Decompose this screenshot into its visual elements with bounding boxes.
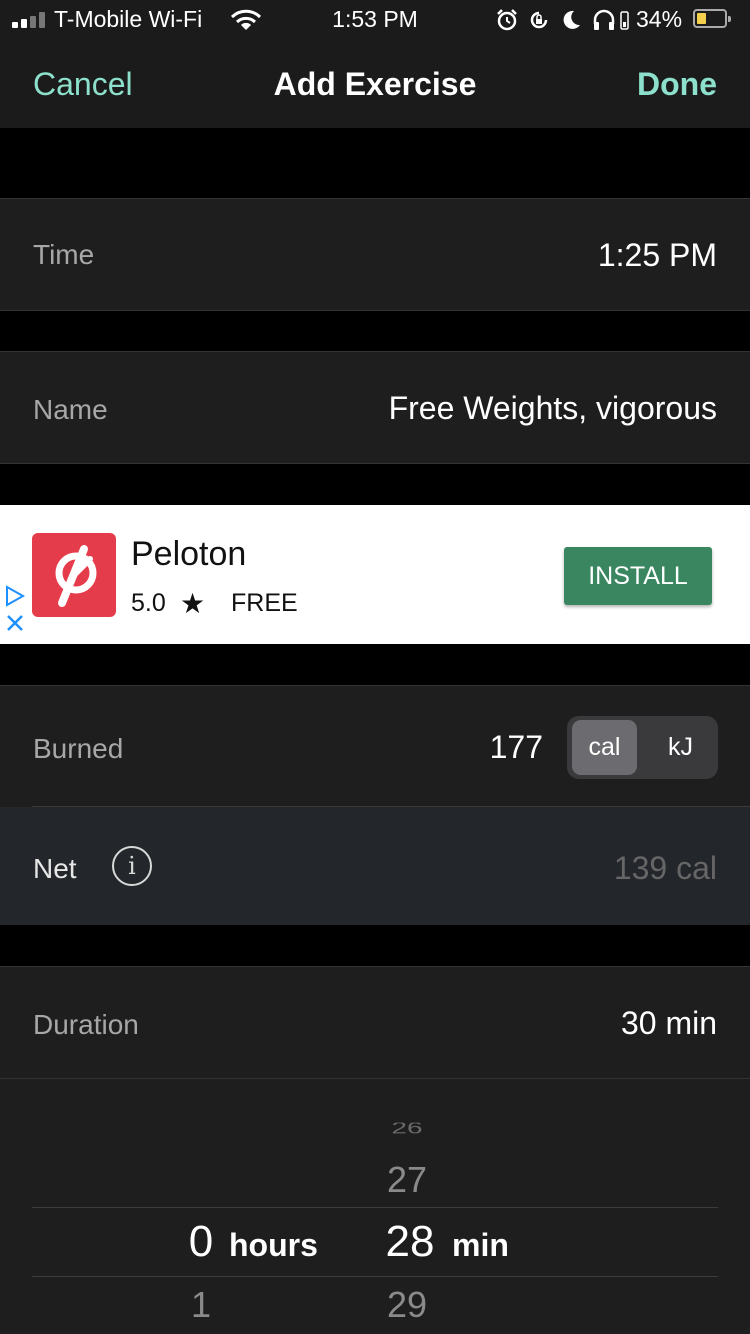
name-row[interactable]: Name Free Weights, vigorous bbox=[0, 351, 750, 464]
ad-banner[interactable]: Peloton 5.0 ★ FREE INSTALL bbox=[0, 505, 750, 644]
headphones-icon bbox=[593, 9, 615, 30]
hours-unit: hours bbox=[229, 1227, 318, 1263]
minutes-option[interactable]: 29 bbox=[372, 1284, 442, 1326]
duration-picker[interactable]: 26 27 28 min 29 0 hours 1 bbox=[0, 1078, 750, 1334]
close-icon[interactable] bbox=[5, 613, 25, 633]
peloton-logo[interactable] bbox=[32, 533, 116, 617]
alarm-icon bbox=[497, 9, 517, 31]
hours-selected[interactable]: 0 bbox=[180, 1217, 222, 1267]
ad-rating: 5.0 bbox=[131, 589, 166, 617]
name-value[interactable]: Free Weights, vigorous bbox=[389, 390, 717, 427]
unit-kj-option[interactable]: kJ bbox=[648, 720, 713, 775]
install-button[interactable]: INSTALL bbox=[564, 547, 712, 605]
rotation-lock-icon bbox=[530, 11, 548, 29]
navigation-bar: Cancel Add Exercise Done bbox=[0, 40, 750, 128]
net-label: Net bbox=[33, 853, 77, 884]
picker-selection-bottom bbox=[32, 1276, 718, 1277]
burned-value[interactable]: 177 bbox=[490, 729, 543, 766]
status-bar: T-Mobile Wi-Fi 1:53 PM 34% bbox=[0, 0, 750, 40]
name-label: Name bbox=[33, 394, 108, 425]
minutes-unit: min bbox=[452, 1227, 509, 1263]
minutes-option[interactable]: 27 bbox=[372, 1159, 442, 1201]
unit-cal-option[interactable]: cal bbox=[572, 720, 637, 775]
duration-label: Duration bbox=[33, 1009, 139, 1040]
hours-option[interactable]: 1 bbox=[180, 1284, 222, 1326]
info-icon[interactable]: i bbox=[112, 846, 152, 886]
time-label: Time bbox=[33, 239, 95, 270]
ad-app-name[interactable]: Peloton bbox=[131, 535, 246, 574]
done-button[interactable]: Done bbox=[637, 66, 717, 103]
adchoices-icon[interactable] bbox=[4, 585, 26, 607]
battery-percent: 34% bbox=[636, 6, 683, 32]
net-value: 139 cal bbox=[613, 850, 717, 886]
headphones-battery-icon bbox=[620, 11, 629, 30]
duration-value[interactable]: 30 min bbox=[621, 1005, 717, 1042]
moon-icon bbox=[563, 10, 580, 29]
ad-price: FREE bbox=[231, 589, 298, 617]
minutes-selected[interactable]: 28 bbox=[372, 1217, 448, 1267]
time-row[interactable]: Time 1:25 PM bbox=[0, 198, 750, 311]
burned-label: Burned bbox=[33, 733, 124, 764]
time-value[interactable]: 1:25 PM bbox=[598, 237, 717, 274]
unit-toggle[interactable]: cal kJ bbox=[567, 716, 718, 779]
minutes-option[interactable]: 26 bbox=[372, 1123, 442, 1134]
star-icon: ★ bbox=[180, 588, 206, 619]
duration-row[interactable]: Duration 30 min bbox=[0, 966, 750, 1079]
battery-icon bbox=[693, 9, 731, 28]
picker-selection-top bbox=[32, 1207, 718, 1208]
